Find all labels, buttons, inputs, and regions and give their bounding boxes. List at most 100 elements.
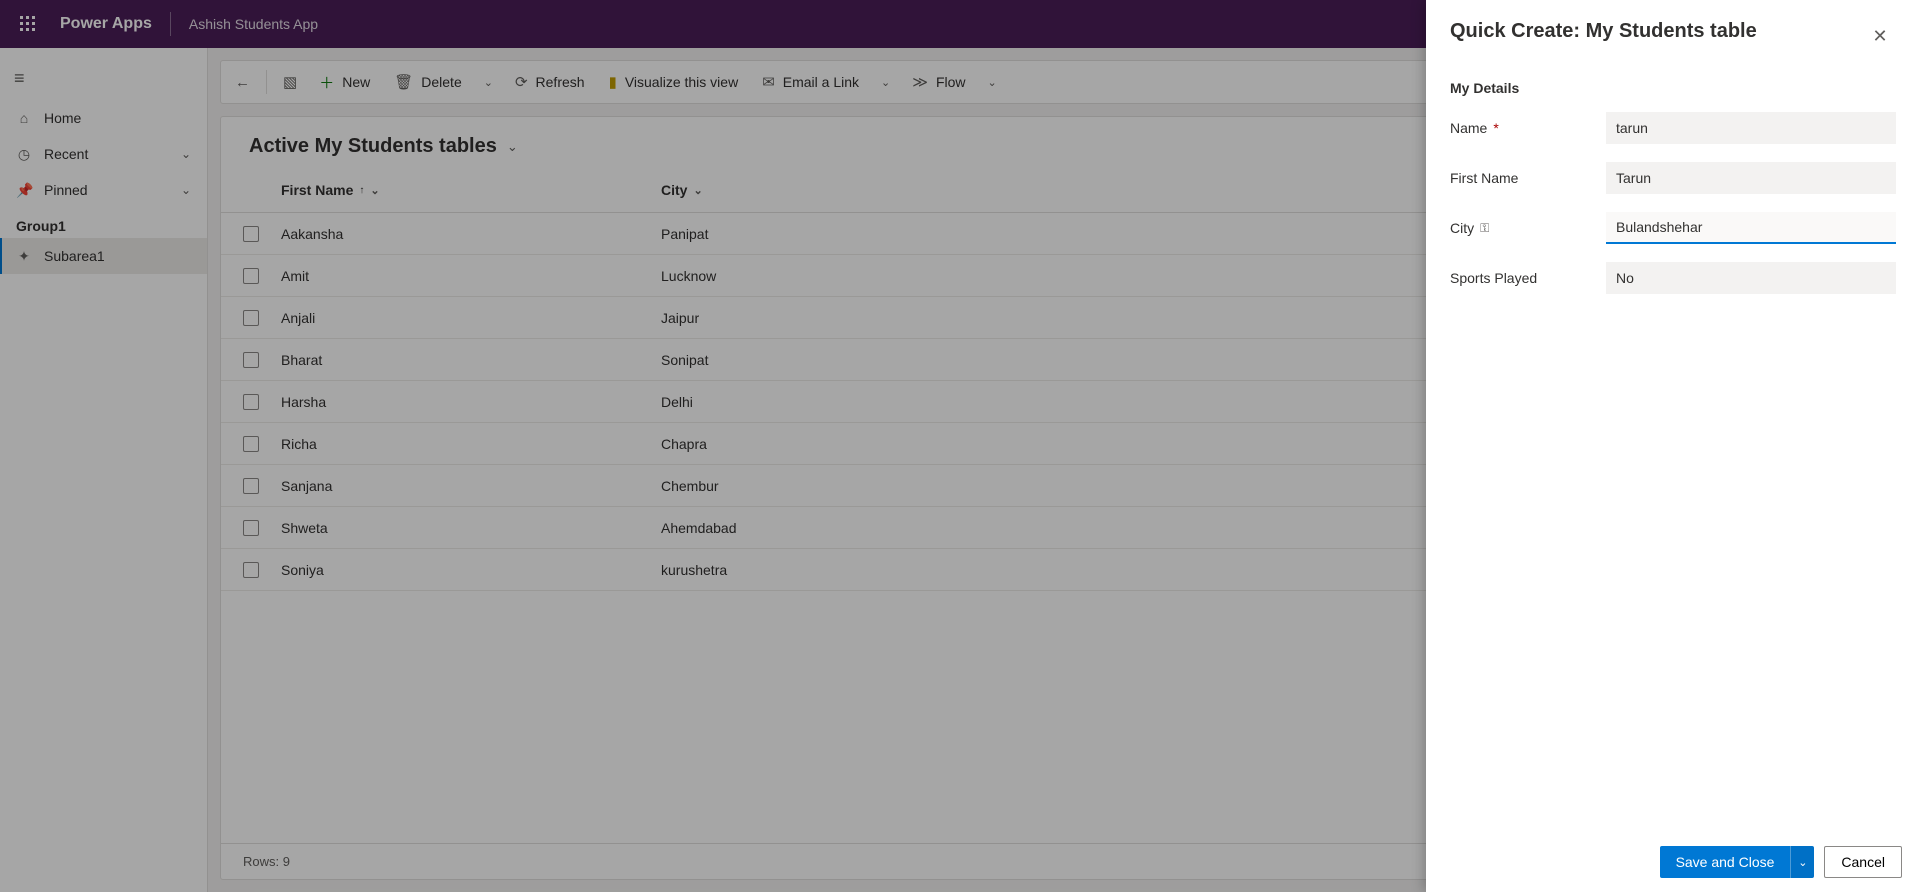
- checkbox[interactable]: [243, 352, 259, 368]
- nav-pinned[interactable]: 📌 Pinned ⌄: [0, 172, 207, 208]
- flow-label: Flow: [936, 74, 966, 90]
- chevron-down-icon: ⌄: [988, 76, 997, 89]
- refresh-label: Refresh: [536, 74, 585, 90]
- nav-home[interactable]: ⌂ Home: [0, 100, 207, 136]
- first-name-input[interactable]: [1606, 162, 1896, 194]
- field-row-sports: Sports Played: [1450, 262, 1896, 294]
- first-name-label: First Name: [1450, 170, 1606, 186]
- flow-icon: ≫: [912, 73, 928, 91]
- row-checkbox-cell[interactable]: [221, 226, 281, 242]
- save-split-chev[interactable]: ⌄: [1790, 846, 1814, 878]
- delete-split-chev[interactable]: ⌄: [476, 64, 501, 100]
- nav-recent[interactable]: ◷ Recent ⌄: [0, 136, 207, 172]
- chevron-down-icon: ⌄: [181, 183, 191, 197]
- name-label: Name *: [1450, 120, 1606, 136]
- row-checkbox-cell[interactable]: [221, 520, 281, 536]
- app-title[interactable]: Power Apps: [60, 15, 152, 33]
- panel-close-button[interactable]: ✕: [1864, 20, 1896, 52]
- row-checkbox-cell[interactable]: [221, 436, 281, 452]
- checkbox[interactable]: [243, 394, 259, 410]
- quick-create-panel: Quick Create: My Students table ✕ My Det…: [1426, 0, 1920, 892]
- panel-title: Quick Create: My Students table: [1450, 20, 1757, 43]
- checkbox[interactable]: [243, 520, 259, 536]
- cell-first-name: Richa: [281, 436, 661, 452]
- checkbox[interactable]: [243, 562, 259, 578]
- column-header-first-name[interactable]: First Name ↑ ⌄: [281, 174, 661, 206]
- chevron-down-icon: ⌄: [507, 139, 518, 155]
- required-asterisk: *: [1493, 120, 1498, 136]
- clock-icon: ◷: [16, 146, 32, 163]
- sort-asc-icon: ↑: [359, 185, 364, 196]
- select-all-cell[interactable]: [221, 174, 281, 206]
- cell-first-name: Amit: [281, 268, 661, 284]
- flow-button[interactable]: ≫ Flow: [902, 64, 975, 100]
- save-and-close-button[interactable]: Save and Close: [1660, 846, 1791, 878]
- chevron-down-icon: ⌄: [181, 147, 191, 161]
- back-button[interactable]: ←: [227, 64, 258, 100]
- nav-pinned-label: Pinned: [44, 182, 88, 198]
- column-city-label: City: [661, 182, 687, 198]
- field-row-name: Name *: [1450, 112, 1896, 144]
- row-checkbox-cell[interactable]: [221, 310, 281, 326]
- chart-icon: ▧: [283, 73, 297, 91]
- row-checkbox-cell[interactable]: [221, 562, 281, 578]
- header-divider: [170, 12, 171, 36]
- chevron-down-icon: ⌄: [693, 184, 702, 197]
- refresh-button[interactable]: ⟳ Refresh: [505, 64, 595, 100]
- checkbox[interactable]: [243, 436, 259, 452]
- cell-first-name: Soniya: [281, 562, 661, 578]
- city-label-text: City: [1450, 220, 1474, 236]
- visualize-label: Visualize this view: [625, 74, 738, 90]
- nav-subarea1[interactable]: ✦ Subarea1: [0, 238, 207, 274]
- header-page-title[interactable]: Ashish Students App: [189, 16, 318, 32]
- checkbox[interactable]: [243, 226, 259, 242]
- entity-icon: ✦: [16, 248, 32, 265]
- nav-subarea1-label: Subarea1: [44, 248, 105, 264]
- checkbox[interactable]: [243, 268, 259, 284]
- cell-first-name: Shweta: [281, 520, 661, 536]
- plus-icon: ＋: [319, 72, 334, 93]
- bar-chart-icon: ▮: [609, 73, 617, 91]
- panel-footer: Save and Close ⌄ Cancel: [1426, 832, 1920, 892]
- nav-group-label: Group1: [0, 208, 207, 238]
- checkbox[interactable]: [243, 478, 259, 494]
- delete-label: Delete: [421, 74, 461, 90]
- chevron-down-icon: ⌄: [881, 76, 890, 89]
- panel-section-label: My Details: [1426, 60, 1920, 102]
- nav-collapse-button[interactable]: ≡: [0, 56, 207, 100]
- nav-home-label: Home: [44, 110, 81, 126]
- row-checkbox-cell[interactable]: [221, 268, 281, 284]
- key-icon: ⚿: [1480, 221, 1489, 236]
- new-button[interactable]: ＋ New: [309, 64, 380, 100]
- left-nav: ≡ ⌂ Home ◷ Recent ⌄ 📌 Pinned ⌄ Group1 ✦ …: [0, 48, 208, 892]
- nav-recent-label: Recent: [44, 146, 88, 162]
- save-and-close-split: Save and Close ⌄: [1660, 846, 1815, 878]
- email-link-label: Email a Link: [783, 74, 859, 90]
- city-label: City ⚿: [1450, 220, 1606, 236]
- sports-input[interactable]: [1606, 262, 1896, 294]
- new-label: New: [342, 74, 370, 90]
- command-sep: [266, 70, 267, 94]
- email-link-button[interactable]: ✉ Email a Link: [752, 64, 869, 100]
- cancel-button[interactable]: Cancel: [1824, 846, 1902, 878]
- cell-first-name: Aakansha: [281, 226, 661, 242]
- checkbox[interactable]: [243, 310, 259, 326]
- home-icon: ⌂: [16, 110, 32, 126]
- chevron-down-icon: ⌄: [370, 184, 379, 197]
- pin-icon: 📌: [16, 182, 32, 199]
- visualize-button[interactable]: ▮ Visualize this view: [599, 64, 749, 100]
- cell-first-name: Sanjana: [281, 478, 661, 494]
- city-input[interactable]: [1606, 212, 1896, 244]
- flow-split-chev[interactable]: ⌄: [980, 64, 1005, 100]
- show-chart-button[interactable]: ▧: [275, 64, 305, 100]
- row-checkbox-cell[interactable]: [221, 394, 281, 410]
- name-input[interactable]: [1606, 112, 1896, 144]
- row-checkbox-cell[interactable]: [221, 352, 281, 368]
- email-split-chev[interactable]: ⌄: [873, 64, 898, 100]
- cell-first-name: Anjali: [281, 310, 661, 326]
- row-checkbox-cell[interactable]: [221, 478, 281, 494]
- waffle-icon[interactable]: [12, 8, 44, 40]
- mail-icon: ✉: [762, 73, 775, 91]
- delete-button[interactable]: 🗑 Delete: [384, 64, 472, 100]
- field-row-first-name: First Name: [1450, 162, 1896, 194]
